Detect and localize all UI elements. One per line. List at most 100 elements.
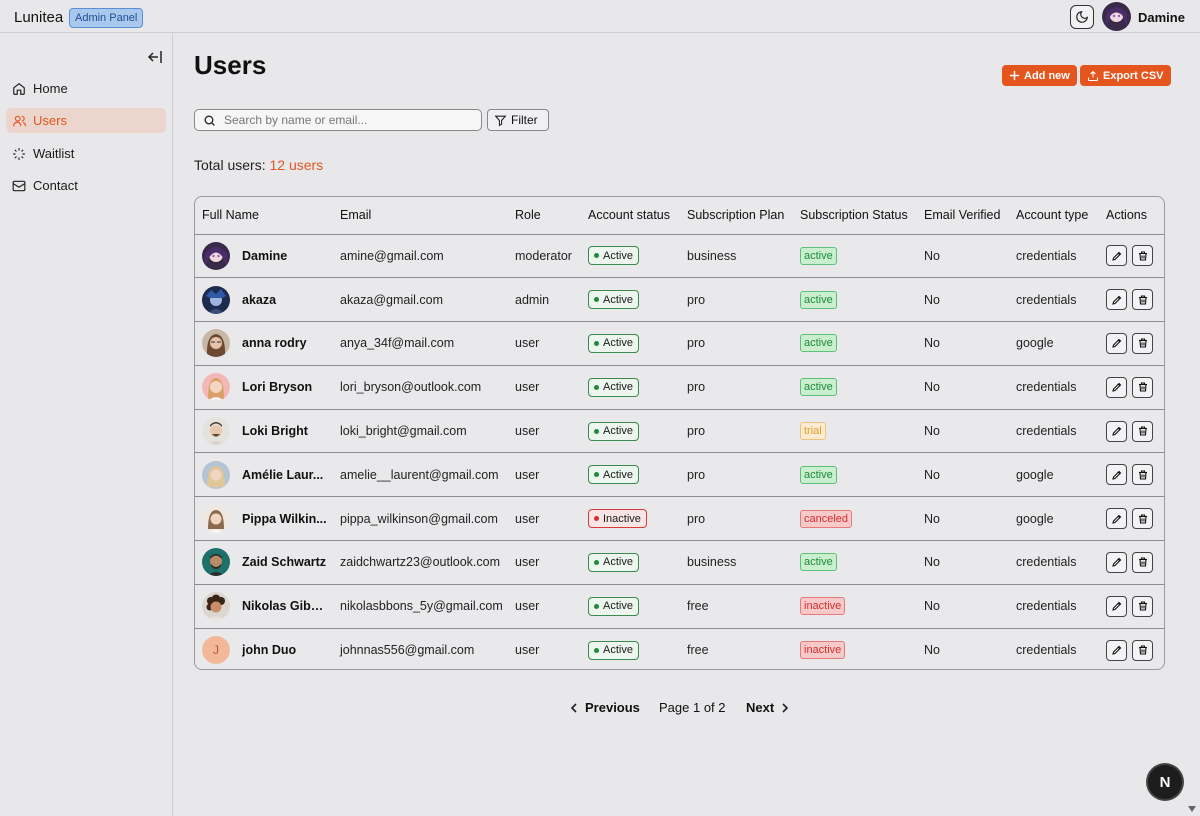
search-field[interactable] bbox=[194, 109, 482, 131]
trash-icon bbox=[1138, 557, 1147, 568]
filter-button[interactable]: Filter bbox=[487, 109, 549, 131]
edit-user-button[interactable] bbox=[1106, 595, 1127, 617]
admin-panel-badge: Admin Panel bbox=[69, 8, 144, 28]
column-header: Account status bbox=[581, 197, 680, 235]
sidebar-item-label: Users bbox=[33, 113, 67, 128]
edit-user-button[interactable] bbox=[1106, 508, 1127, 530]
account-status-text: Active bbox=[603, 556, 633, 569]
delete-user-button[interactable] bbox=[1132, 332, 1153, 354]
trash-icon bbox=[1138, 338, 1147, 349]
cell-role: admin bbox=[508, 277, 581, 323]
sidebar-item-contact[interactable]: Contact bbox=[6, 173, 166, 198]
plus-icon bbox=[1009, 70, 1020, 81]
delete-user-button[interactable] bbox=[1132, 639, 1153, 661]
user-name[interactable]: Lori Bryson bbox=[242, 380, 327, 394]
user-name[interactable]: akaza bbox=[242, 293, 327, 307]
user-name[interactable]: Damine bbox=[242, 249, 327, 263]
cell-full-name: Damine bbox=[195, 234, 333, 279]
brand-name[interactable]: Lunitea bbox=[14, 9, 63, 26]
edit-user-button[interactable] bbox=[1106, 332, 1127, 354]
next-page-button[interactable]: Next bbox=[746, 700, 790, 715]
cell-email: pippa_wilkinson@gmail.com bbox=[333, 496, 508, 542]
edit-user-button[interactable] bbox=[1106, 551, 1127, 573]
table-row: Loki Bright loki_bright@gmail.com user Acti… bbox=[195, 409, 1164, 454]
pencil-icon bbox=[1111, 339, 1121, 349]
cell-subscription-status: canceled bbox=[793, 496, 917, 542]
delete-user-button[interactable] bbox=[1132, 289, 1153, 311]
sidebar-item-home[interactable]: Home bbox=[6, 76, 166, 101]
edit-user-button[interactable] bbox=[1106, 639, 1127, 661]
column-header: Role bbox=[508, 197, 581, 235]
delete-user-button[interactable] bbox=[1132, 551, 1153, 573]
scroll-down-arrow[interactable] bbox=[1188, 806, 1196, 812]
table-header-row: Full Name Email Role Account status Subscrip… bbox=[195, 197, 1164, 235]
trash-icon bbox=[1138, 251, 1147, 261]
delete-user-button[interactable] bbox=[1132, 508, 1153, 530]
search-input[interactable] bbox=[224, 113, 464, 127]
theme-toggle-button[interactable] bbox=[1070, 5, 1094, 29]
cell-account-status: Active bbox=[581, 234, 680, 279]
pencil-icon bbox=[1111, 383, 1121, 393]
pencil-icon bbox=[1111, 514, 1121, 524]
column-header: Subscription Status bbox=[793, 197, 917, 235]
cell-email-verified: No bbox=[917, 584, 1009, 629]
cell-email: akaza@gmail.com bbox=[333, 277, 508, 323]
cell-role: user bbox=[508, 584, 581, 629]
cell-full-name: akaza bbox=[195, 277, 333, 323]
user-name[interactable]: anna rodry bbox=[242, 336, 327, 350]
avatar bbox=[202, 460, 230, 489]
user-name[interactable]: Nikolas Gibb... bbox=[242, 599, 327, 613]
cell-account-status: Active bbox=[581, 584, 680, 629]
cell-account-type: google bbox=[1009, 452, 1099, 498]
edit-user-button[interactable] bbox=[1106, 289, 1127, 311]
subscription-status-badge: active bbox=[800, 378, 837, 397]
cell-subscription-plan: free bbox=[680, 584, 793, 629]
cell-subscription-status: active bbox=[793, 321, 917, 366]
table-row: Zaid Schwartz zaidchwartz23@outlook.com us… bbox=[195, 540, 1164, 585]
user-name[interactable]: Amélie Laur... bbox=[242, 468, 327, 482]
edit-user-button[interactable] bbox=[1106, 420, 1127, 442]
delete-user-button[interactable] bbox=[1132, 245, 1153, 267]
delete-user-button[interactable] bbox=[1132, 376, 1153, 398]
export-csv-button[interactable]: Export CSV bbox=[1080, 65, 1171, 86]
cell-actions bbox=[1099, 584, 1164, 629]
column-header: Account type bbox=[1009, 197, 1099, 235]
delete-user-button[interactable] bbox=[1132, 595, 1153, 617]
subscription-status-badge: active bbox=[800, 465, 837, 484]
account-status-badge: Active bbox=[588, 465, 639, 485]
filter-icon bbox=[494, 115, 507, 126]
status-dot-icon bbox=[594, 647, 599, 653]
account-status-badge: Active bbox=[588, 552, 639, 572]
edit-user-button[interactable] bbox=[1106, 376, 1127, 398]
cell-email: nikolasbbons_5y@gmail.com bbox=[333, 584, 508, 629]
user-name[interactable]: john Duo bbox=[242, 643, 327, 657]
user-name[interactable]: Loki Bright bbox=[242, 424, 327, 438]
account-status-badge: Active bbox=[588, 290, 639, 310]
collapse-sidebar-button[interactable] bbox=[147, 50, 165, 66]
cell-email-verified: No bbox=[917, 277, 1009, 323]
previous-page-button[interactable]: Previous bbox=[569, 700, 640, 715]
cell-account-status: Active bbox=[581, 321, 680, 366]
edit-user-button[interactable] bbox=[1106, 245, 1127, 267]
account-status-badge: Active bbox=[588, 377, 639, 397]
cell-account-type: credentials bbox=[1009, 584, 1099, 629]
delete-user-button[interactable] bbox=[1132, 420, 1153, 442]
cell-subscription-plan: pro bbox=[680, 321, 793, 366]
cell-email: anya_34f@mail.com bbox=[333, 321, 508, 366]
edit-user-button[interactable] bbox=[1106, 464, 1127, 486]
user-name[interactable]: Zaid Schwartz bbox=[242, 555, 327, 569]
sidebar-item-users[interactable]: Users bbox=[6, 108, 166, 133]
cell-account-status: Active bbox=[581, 365, 680, 410]
user-avatar[interactable] bbox=[1102, 2, 1131, 31]
trash-icon bbox=[1138, 382, 1147, 392]
delete-user-button[interactable] bbox=[1132, 464, 1153, 486]
cell-subscription-status: active bbox=[793, 365, 917, 410]
cell-email-verified: No bbox=[917, 365, 1009, 410]
sidebar-item-waitlist[interactable]: Waitlist bbox=[6, 141, 166, 166]
table-row: Lori Bryson lori_bryson@outlook.com user Ac… bbox=[195, 365, 1164, 410]
add-new-button[interactable]: Add new bbox=[1002, 65, 1077, 86]
user-name[interactable]: Pippa Wilkin... bbox=[242, 512, 327, 526]
current-user-name[interactable]: Damine bbox=[1138, 10, 1185, 25]
cell-actions bbox=[1099, 540, 1164, 585]
nextjs-dev-badge[interactable]: N bbox=[1148, 765, 1182, 799]
